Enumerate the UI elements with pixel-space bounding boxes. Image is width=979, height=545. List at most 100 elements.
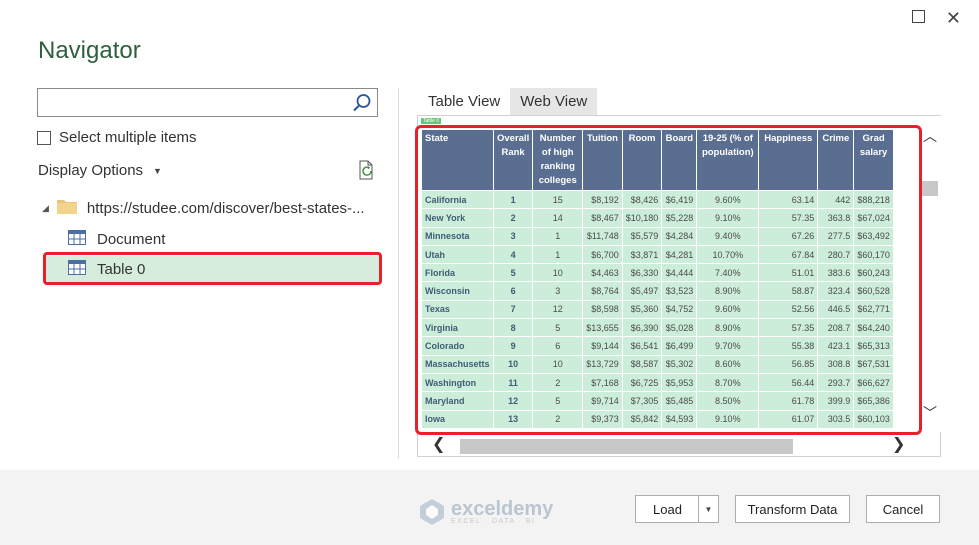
select-multiple-checkbox[interactable] (37, 130, 51, 145)
table-cell: 14 (533, 209, 583, 227)
table-row: Massachusetts 10 10 $13,729 $8,587 $5,302 8.60… (422, 355, 893, 373)
tree-item-table-0[interactable]: Table 0 (46, 256, 379, 283)
table-cell: 2 (533, 410, 583, 428)
table-cell: $4,752 (662, 300, 697, 319)
search-icon[interactable] (352, 93, 372, 118)
table-cell: $4,284 (662, 227, 697, 245)
transform-data-button[interactable]: Transform Data (735, 495, 850, 523)
table-cell: $5,497 (622, 282, 662, 300)
table-cell: $88,218 (854, 191, 893, 209)
vertical-scrollbar[interactable]: ︿ ﹀ (919, 116, 941, 432)
collapse-icon[interactable]: ◢ (42, 203, 49, 214)
table-cell: 2 (533, 373, 583, 392)
table-cell: 442 (818, 191, 854, 209)
table-cell: 9 (494, 337, 533, 355)
maximize-icon[interactable] (912, 10, 925, 23)
scroll-right-icon[interactable]: ❯ (892, 434, 905, 453)
load-dropdown-button[interactable]: ▼ (698, 495, 719, 523)
tree-item-document[interactable]: Document (46, 226, 379, 253)
table-cell: 6 (533, 337, 583, 355)
table-cell: $6,419 (662, 191, 697, 209)
table-icon (68, 230, 86, 249)
table-cell: 399.9 (818, 392, 854, 410)
table-cell: 3 (533, 282, 583, 300)
table-cell: $4,444 (662, 264, 697, 282)
column-header: Happiness (759, 130, 818, 190)
table-cell: $5,485 (662, 392, 697, 410)
column-header: Overall Rank (494, 130, 533, 190)
table-cell: 61.78 (759, 392, 818, 410)
logo-icon (420, 499, 444, 525)
vertical-scroll-thumb[interactable] (922, 181, 938, 196)
table-cell: 9.10% (697, 410, 759, 428)
table-cell: $3,871 (622, 245, 662, 264)
table-cell: New York (422, 209, 493, 227)
table-cell: 4 (494, 245, 533, 264)
table-cell: 277.5 (818, 227, 854, 245)
close-icon[interactable]: ✕ (946, 8, 961, 29)
table-cell: 9.10% (697, 209, 759, 227)
table-cell: 15 (533, 191, 583, 209)
table-cell: 8.90% (697, 319, 759, 337)
panel-divider (398, 88, 399, 458)
tab-web-view[interactable]: Web View (510, 88, 598, 115)
table-cell: $9,714 (583, 392, 622, 410)
table-cell: 423.1 (818, 337, 854, 355)
table-cell: $5,579 (622, 227, 662, 245)
folder-icon (56, 198, 77, 218)
table-cell: Florida (422, 264, 493, 282)
table-cell: $63,492 (854, 227, 893, 245)
column-header: Tuition (583, 130, 622, 190)
table-cell: $67,024 (854, 209, 893, 227)
table-row: Minnesota 3 1 $11,748 $5,579 $4,284 9.40% 67.26… (422, 227, 893, 245)
table-row: California 1 15 $8,192 $8,426 $6,419 9.60% 63.1… (422, 191, 893, 209)
table-cell: 9.70% (697, 337, 759, 355)
table-row: Texas 7 12 $8,598 $5,360 $4,752 9.60% 52.56 446.… (422, 300, 893, 319)
table-cell: 7 (494, 300, 533, 319)
table-cell: $5,842 (622, 410, 662, 428)
scroll-down-icon[interactable]: ﹀ (923, 403, 937, 423)
table-cell: 11 (494, 373, 533, 392)
table-cell: $5,302 (662, 355, 697, 373)
cancel-button[interactable]: Cancel (866, 495, 940, 523)
table-cell: $8,764 (583, 282, 622, 300)
table-cell: Colorado (422, 337, 493, 355)
horizontal-scroll-thumb[interactable] (460, 439, 793, 454)
table-cell: California (422, 191, 493, 209)
table-cell: 63.14 (759, 191, 818, 209)
table-cell: $8,598 (583, 300, 622, 319)
table-cell: $8,467 (583, 209, 622, 227)
table-cell: 8.50% (697, 392, 759, 410)
tab-table-view[interactable]: Table View (418, 88, 511, 115)
refresh-icon[interactable] (358, 160, 376, 185)
table-cell: 8 (494, 319, 533, 337)
display-options-dropdown[interactable]: Display Options ▼ (38, 162, 162, 179)
table-tag: Table 0 (421, 118, 442, 124)
table-cell: 56.44 (759, 373, 818, 392)
scroll-left-icon[interactable]: ❮ (432, 434, 445, 453)
table-cell: $60,528 (854, 282, 893, 300)
table-row: Utah 4 1 $6,700 $3,871 $4,281 10.70% 67.84 280.7… (422, 245, 893, 264)
table-cell: 303.5 (818, 410, 854, 428)
table-cell: Minnesota (422, 227, 493, 245)
table-cell: 9.60% (697, 300, 759, 319)
scroll-up-icon[interactable]: ︿ (923, 126, 937, 146)
table-row: Virginia 8 5 $13,655 $6,390 $5,028 8.90% 57.35 2… (422, 319, 893, 337)
search-input[interactable] (38, 89, 338, 116)
table-cell: 57.35 (759, 209, 818, 227)
tree-item-label: Document (97, 231, 166, 248)
table-cell: Maryland (422, 392, 493, 410)
table-cell: 2 (494, 209, 533, 227)
table-preview: Table 0 State Overall Rank Number of hig… (417, 115, 941, 457)
tree-root-item[interactable]: ◢ https://studee.com/discover/best-state… (42, 198, 365, 218)
load-button[interactable]: Load (635, 495, 700, 523)
table-cell: $5,028 (662, 319, 697, 337)
table-cell: 446.5 (818, 300, 854, 319)
table-cell: 9.60% (697, 191, 759, 209)
column-header: State (422, 130, 493, 190)
table-cell: 10 (533, 355, 583, 373)
select-multiple-option[interactable]: Select multiple items (37, 129, 197, 146)
table-cell: 9.40% (697, 227, 759, 245)
table-cell: Washington (422, 373, 493, 392)
horizontal-scrollbar[interactable]: ❮ ❯ (418, 434, 919, 456)
